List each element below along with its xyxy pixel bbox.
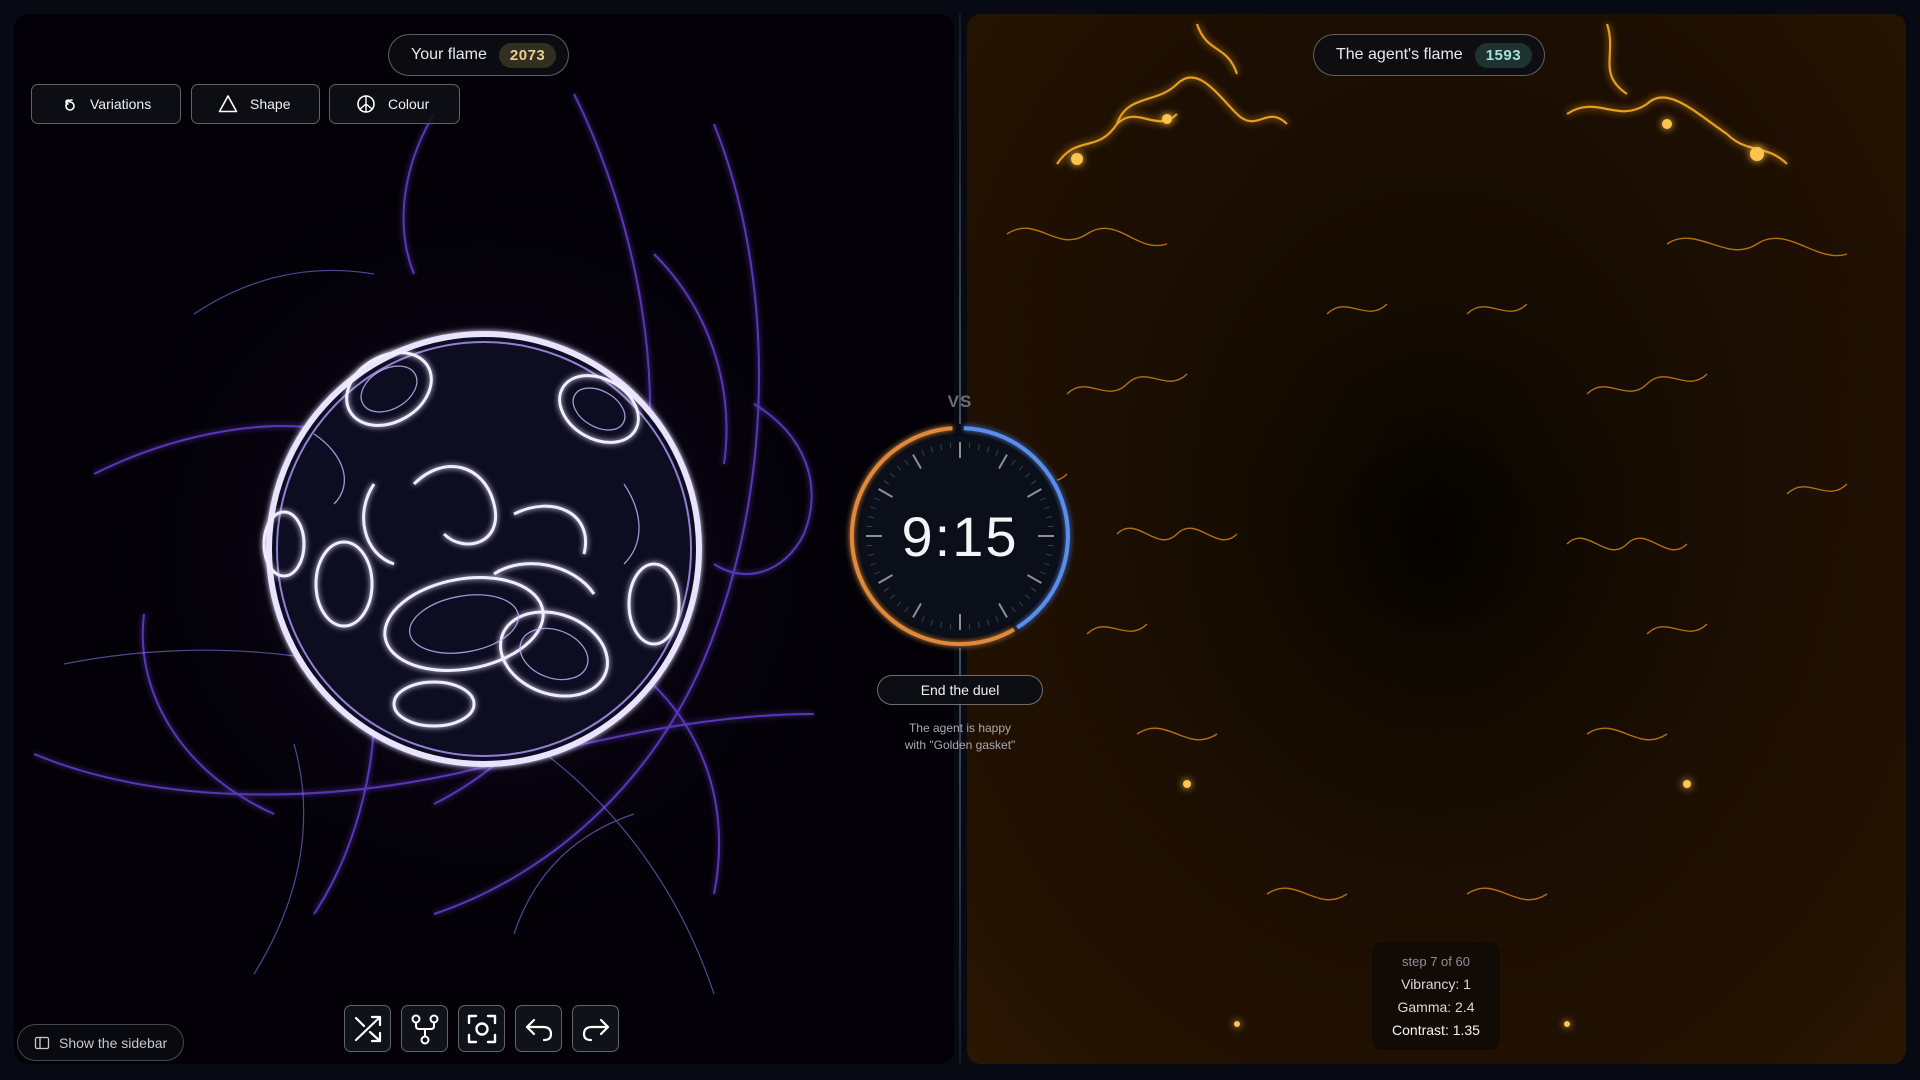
branch-button[interactable] <box>401 1005 448 1052</box>
shuffle-button[interactable] <box>344 1005 391 1052</box>
variations-label: Variations <box>90 96 152 112</box>
redo-button[interactable] <box>572 1005 619 1052</box>
branch-icon <box>411 1014 438 1044</box>
agent-flame-render <box>967 14 1906 1064</box>
variations-button[interactable]: Variations <box>31 84 181 124</box>
player-score-pill: Your flame 2073 <box>388 34 570 76</box>
shape-button[interactable]: Shape <box>191 84 320 124</box>
shuffle-icon <box>354 1015 381 1042</box>
redo-icon <box>582 1018 609 1041</box>
triangle-icon <box>218 95 238 113</box>
step-counter: step 7 of 60 <box>1402 954 1470 969</box>
colour-button[interactable]: Colour <box>329 84 460 124</box>
timer-value: 9:15 <box>901 504 1019 568</box>
agent-score-pill: The agent's flame 1593 <box>1313 34 1546 76</box>
undo-icon <box>525 1018 552 1041</box>
vs-label: VS <box>947 392 973 411</box>
contrast-stat: Contrast: 1.35 <box>1392 1022 1480 1038</box>
agent-canvas-panel: The agent's flame 1593 step 7 of 60 Vibr… <box>967 14 1906 1064</box>
colour-label: Colour <box>388 96 430 112</box>
agent-status-text: The agent is happy with "Golden gasket" <box>860 720 1060 754</box>
agent-score-label: The agent's flame <box>1336 46 1463 63</box>
player-flame-render <box>33 93 904 995</box>
vibrancy-stat: Vibrancy: 1 <box>1401 976 1471 992</box>
player-canvas-panel[interactable]: Your flame 2073 Variations Shape Colour … <box>14 14 954 1064</box>
show-sidebar-button[interactable]: Show the sidebar <box>17 1024 185 1061</box>
end-duel-button[interactable]: End the duel <box>877 675 1043 705</box>
shape-label: Shape <box>250 96 291 112</box>
gamma-stat: Gamma: 2.4 <box>1397 999 1475 1015</box>
agent-status-line-1: The agent is happy <box>908 721 1012 735</box>
render-stats: step 7 of 60 Vibrancy: 1 Gamma: 2.4 Cont… <box>1372 942 1500 1050</box>
agent-score-value: 1593 <box>1474 42 1533 68</box>
countdown-timer: 9:15 <box>840 416 1080 656</box>
show-sidebar-label: Show the sidebar <box>59 1034 168 1051</box>
agent-status-line-2: with "Golden gasket" <box>904 738 1016 752</box>
player-score-value: 2073 <box>498 42 557 68</box>
sidebar-icon <box>34 1036 50 1049</box>
colour-wheel-icon <box>357 95 375 113</box>
spiral-icon <box>65 99 75 111</box>
action-toolbar <box>344 1005 619 1052</box>
screenshot-button[interactable] <box>458 1005 505 1052</box>
undo-button[interactable] <box>515 1005 562 1052</box>
screenshot-icon <box>467 1014 496 1043</box>
player-score-label: Your flame <box>411 46 487 63</box>
